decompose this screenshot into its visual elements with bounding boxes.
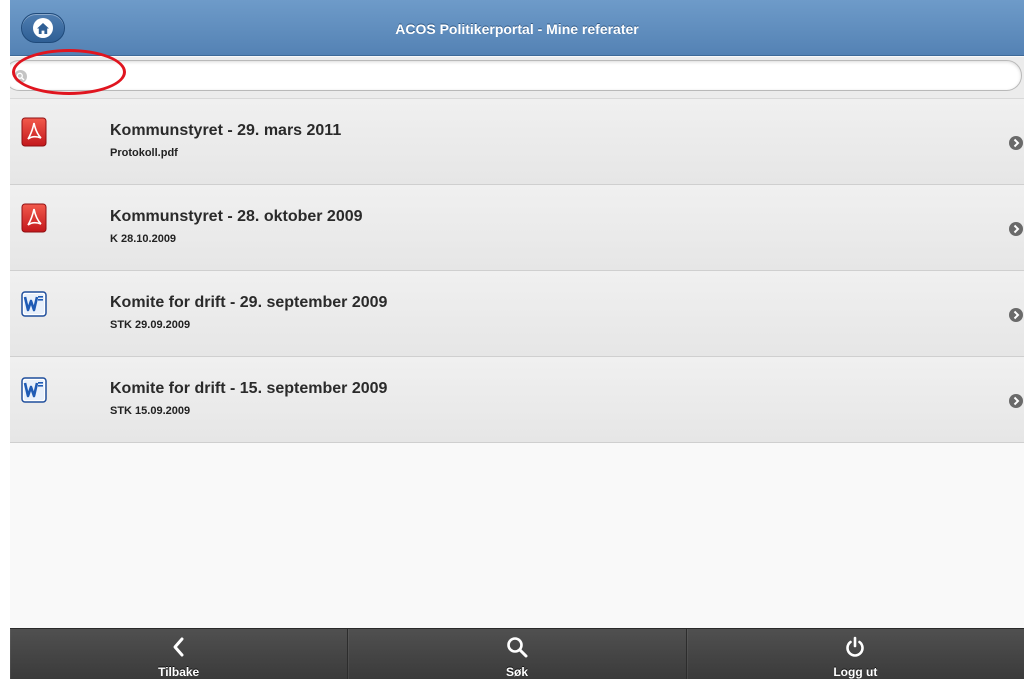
chevron-right-icon (1008, 393, 1024, 409)
list-item[interactable]: Komite for drift - 15. september 2009 ST… (10, 357, 1024, 443)
search-button[interactable]: Søk (348, 629, 687, 679)
home-button[interactable] (21, 13, 65, 43)
document-list: Kommunstyret - 29. mars 2011 Protokoll.p… (10, 99, 1024, 443)
header-bar: ACOS Politikerportal - Mine referater (10, 0, 1024, 56)
item-subtitle: K 28.10.2009 (110, 233, 177, 245)
item-subtitle: STK 29.09.2009 (110, 319, 191, 331)
footer-navbar: Tilbake Søk Logg ut (10, 628, 1024, 679)
app-window: ACOS Politikerportal - Mine referater Ko… (10, 0, 1024, 679)
list-item[interactable]: Kommunstyret - 29. mars 2011 Protokoll.p… (10, 99, 1024, 185)
item-subtitle: Protokoll.pdf (110, 147, 178, 159)
search-label: Søk (505, 665, 528, 679)
logout-label: Logg ut (833, 665, 878, 679)
item-subtitle: STK 15.09.2009 (110, 405, 191, 417)
list-item[interactable]: Komite for drift - 29. september 2009 ST… (10, 271, 1024, 357)
power-icon (843, 635, 867, 659)
item-title: Kommunstyret - 29. mars 2011 (110, 122, 342, 139)
chevron-left-icon (167, 635, 191, 659)
chevron-right-icon (1008, 221, 1024, 237)
item-title: Komite for drift - 15. september 2009 (110, 380, 388, 397)
pdf-icon (21, 203, 47, 233)
word-icon (21, 375, 47, 405)
list-item[interactable]: Kommunstyret - 28. oktober 2009 K 28.10.… (10, 185, 1024, 271)
word-icon (21, 289, 47, 319)
logout-button[interactable]: Logg ut (687, 629, 1024, 679)
back-label: Tilbake (158, 665, 200, 679)
chevron-right-icon (1008, 135, 1024, 151)
item-title: Kommunstyret - 28. oktober 2009 (110, 208, 363, 225)
home-icon (33, 18, 53, 38)
back-button[interactable]: Tilbake (10, 629, 349, 679)
search-icon (14, 70, 27, 83)
search-icon (505, 635, 529, 659)
search-bar (10, 57, 1024, 99)
chevron-right-icon (1008, 307, 1024, 323)
page-title: ACOS Politikerportal - Mine referater (395, 21, 639, 37)
item-title: Komite for drift - 29. september 2009 (110, 294, 388, 311)
pdf-icon (21, 117, 47, 147)
search-input[interactable] (35, 63, 999, 90)
search-field[interactable] (10, 60, 1022, 91)
